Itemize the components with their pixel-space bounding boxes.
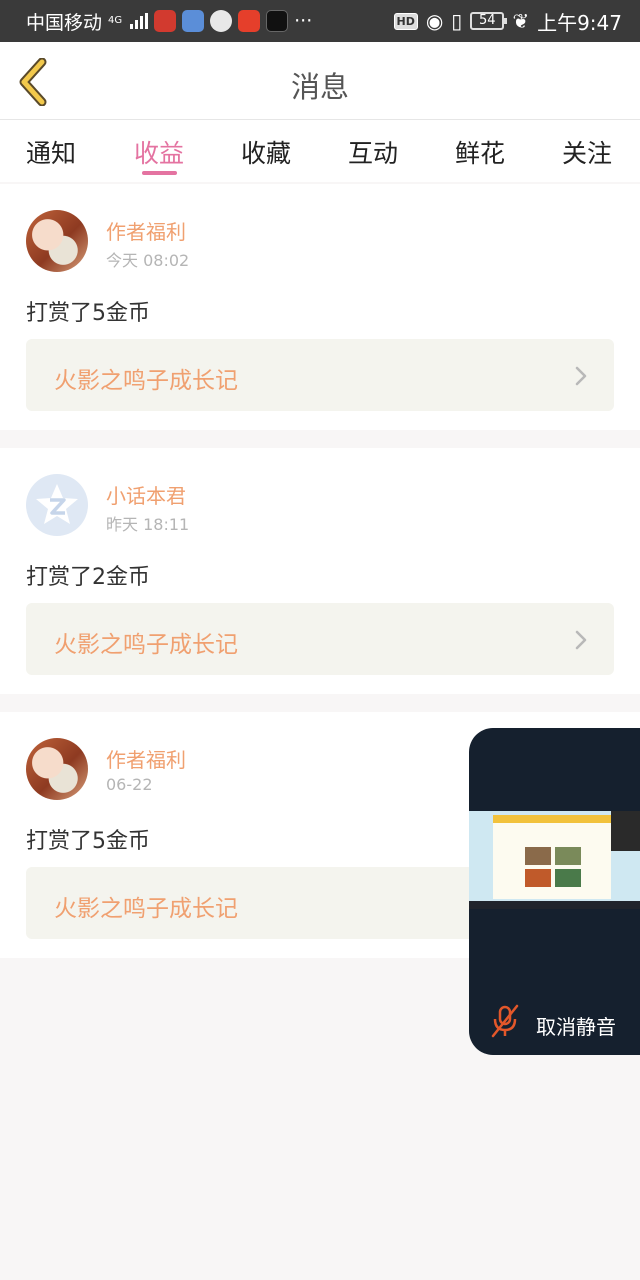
avatar[interactable]: [26, 210, 88, 272]
message-time: 今天 08:02: [106, 251, 190, 270]
work-link[interactable]: 火影之鸣子成长记: [26, 339, 614, 411]
document-photo: [555, 869, 581, 887]
document-banner: [493, 815, 611, 823]
tab-following[interactable]: 关注: [562, 134, 612, 170]
work-title: 火影之鸣子成长记: [54, 368, 238, 394]
sender-name[interactable]: 作者福利: [106, 216, 186, 245]
avatar[interactable]: [26, 474, 88, 536]
message-card: 小话本君 昨天 18:11 打赏了2金币 火影之鸣子成长记: [0, 448, 640, 694]
document-photo: [525, 847, 551, 865]
shared-document: [493, 815, 611, 899]
work-title: 火影之鸣子成长记: [54, 896, 238, 922]
chevron-right-icon: [575, 630, 587, 650]
message-text: 打赏了5金币: [26, 829, 150, 854]
notification-app-icon: [238, 10, 261, 32]
network-type: 4G: [108, 15, 123, 26]
tab-earnings[interactable]: 收益: [134, 134, 184, 170]
work-title: 火影之鸣子成长记: [54, 632, 238, 658]
message-text: 打赏了5金币: [26, 301, 150, 326]
tab-flowers[interactable]: 鲜花: [455, 134, 505, 170]
sender-name[interactable]: 作者福利: [106, 744, 186, 773]
clock: 上午9:47: [537, 10, 622, 35]
vibrate-icon: ▯: [451, 9, 463, 33]
tab-bar: 通知 收益 收藏 互动 鲜花 关注: [0, 120, 640, 182]
more-notifications-icon: ···: [294, 10, 313, 32]
battery-icon: 54: [470, 12, 508, 30]
page-title: 消息: [290, 70, 349, 104]
document-photo: [525, 869, 551, 887]
notification-app-icon: [154, 10, 177, 32]
message-card: 作者福利 今天 08:02 打赏了5金币 火影之鸣子成长记: [0, 184, 640, 430]
tab-favorites[interactable]: 收藏: [241, 134, 291, 170]
carrier-label: 中国移动: [26, 11, 103, 34]
qzone-icon: [36, 484, 78, 524]
notification-app-icon: [182, 10, 205, 32]
status-right: HD ◉ ▯ 54 ❦ 上午9:47: [393, 7, 622, 36]
tab-notifications[interactable]: 通知: [26, 134, 76, 170]
leaf-icon: ❦: [512, 9, 530, 33]
battery-level: 54: [479, 13, 496, 28]
mic-muted-icon[interactable]: [489, 1004, 521, 1038]
header: 消息: [0, 42, 640, 120]
message-text: 打赏了2金币: [26, 565, 150, 590]
status-bar: 中国移动 4G ··· HD ◉ ▯ 54 ❦ 上午9:47: [0, 0, 640, 42]
sender-name[interactable]: 小话本君: [106, 480, 186, 509]
message-time: 昨天 18:11: [106, 515, 190, 534]
avatar[interactable]: [26, 738, 88, 800]
unmute-button[interactable]: 取消静音: [536, 1011, 616, 1040]
active-tab-indicator: [142, 171, 177, 175]
notification-app-icon: [210, 10, 233, 32]
floating-meeting-window[interactable]: 取消静音: [469, 728, 640, 1055]
message-time: 06-22: [106, 775, 153, 794]
tiktok-icon: [266, 10, 289, 32]
work-link[interactable]: 火影之鸣子成长记: [26, 603, 614, 675]
eye-icon: ◉: [425, 9, 444, 33]
status-left: 中国移动 4G ···: [26, 8, 312, 35]
screen-share-thumbnail[interactable]: [469, 811, 640, 909]
tab-interactions[interactable]: 互动: [348, 134, 398, 170]
chevron-right-icon: [575, 366, 587, 386]
taskbar: [469, 901, 640, 909]
participant-panel: [611, 811, 640, 851]
document-photo: [555, 847, 581, 865]
signal-icon: [130, 13, 149, 29]
hd-icon: HD: [393, 12, 418, 30]
